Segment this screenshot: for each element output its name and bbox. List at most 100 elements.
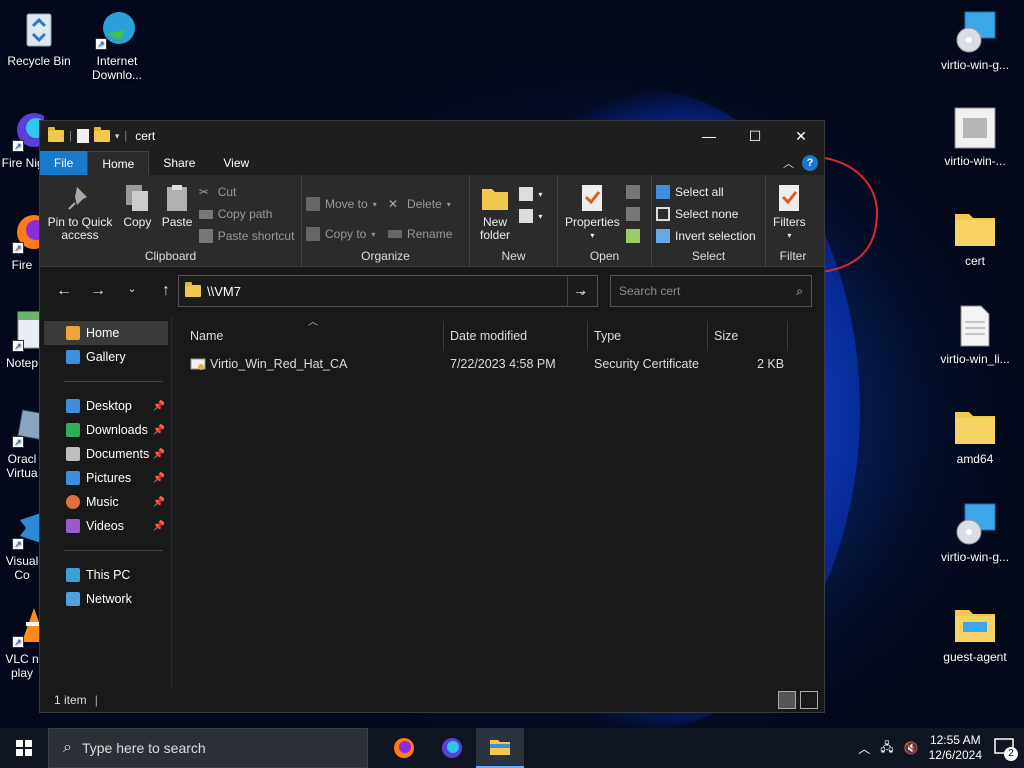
- show-hidden-icons-icon[interactable]: ︿: [858, 740, 870, 757]
- search-box[interactable]: Search cert ⌕: [610, 275, 812, 307]
- title-bar[interactable]: | ▾ | cert — ☐ ✕: [40, 121, 824, 151]
- nav-item-music[interactable]: Music 📌: [40, 490, 171, 514]
- new-folder-button[interactable]: New folder: [477, 179, 513, 242]
- details-view-button[interactable]: [778, 691, 796, 709]
- collapse-ribbon-icon[interactable]: ︿: [783, 155, 794, 171]
- history-button[interactable]: [626, 225, 641, 247]
- table-row[interactable]: Virtio_Win_Red_Hat_CA 7/22/2023 4:58 PM …: [172, 353, 824, 375]
- minimize-button[interactable]: —: [686, 121, 732, 151]
- delete-button[interactable]: ✕ Delete ▾: [388, 189, 452, 219]
- customize-toolbar-icon[interactable]: ▾: [115, 131, 120, 142]
- tab-home[interactable]: Home: [87, 151, 150, 175]
- nav-item-home[interactable]: Home: [44, 321, 168, 345]
- recent-locations-icon[interactable]: ⌄: [118, 282, 146, 300]
- edit-button[interactable]: [626, 203, 641, 225]
- copy-path-icon: [198, 209, 213, 219]
- copy-to-button[interactable]: Copy to ▾: [306, 219, 377, 249]
- desktop-icon-notepad[interactable]: ↗ Notep: [0, 308, 44, 370]
- properties-check-icon: [577, 183, 607, 213]
- column-date-modified[interactable]: Date modified: [444, 321, 588, 351]
- tab-view[interactable]: View: [209, 151, 263, 175]
- desktop-icon-virtio-win-license[interactable]: virtio-win_li...: [936, 304, 1014, 366]
- tab-share[interactable]: Share: [149, 151, 209, 175]
- taskbar-firefox[interactable]: [380, 728, 428, 768]
- cut-button[interactable]: ✂ Cut: [199, 181, 295, 203]
- organize-left-col: Move to ▾ Copy to ▾: [306, 189, 377, 249]
- desktop-icon-amd64-folder[interactable]: amd64: [936, 404, 1014, 466]
- desktop-icon-cert-folder[interactable]: cert: [936, 206, 1014, 268]
- maximize-button[interactable]: ☐: [732, 121, 778, 151]
- rename-button[interactable]: Rename: [388, 219, 452, 249]
- desktop-icon-firefox-nightly[interactable]: ↗ Fire Nigh: [0, 108, 44, 170]
- column-type[interactable]: Type: [588, 321, 708, 351]
- desktop-icon-vlc[interactable]: ↗ VLC n play: [0, 604, 44, 680]
- go-arrow-button[interactable]: →: [564, 275, 598, 307]
- start-button[interactable]: [0, 728, 48, 768]
- paste-shortcut-icon: [198, 229, 213, 243]
- up-arrow-icon[interactable]: ↑: [152, 282, 180, 300]
- dropdown-arrow-icon: ▾: [446, 199, 451, 209]
- copy-path-button[interactable]: Copy path: [198, 203, 295, 225]
- volume-muted-icon[interactable]: 🔇: [904, 741, 919, 755]
- paste-shortcut-button[interactable]: Paste shortcut: [198, 225, 294, 247]
- pin-quick-access-button[interactable]: Pin to Quick access: [47, 179, 113, 242]
- pin-icon: 📌: [152, 424, 165, 436]
- new-folder-icon[interactable]: [93, 127, 110, 142]
- filters-button[interactable]: Filters ▾: [773, 179, 806, 242]
- desktop-icon-guest-agent-folder[interactable]: guest-agent: [936, 602, 1014, 664]
- column-size[interactable]: Size: [708, 321, 788, 351]
- nav-item-gallery[interactable]: Gallery: [40, 345, 171, 369]
- search-input[interactable]: Search cert: [619, 284, 796, 298]
- address-bar[interactable]: \\VM7 ⌄: [178, 275, 598, 307]
- forward-arrow-icon[interactable]: →: [84, 282, 112, 300]
- easy-access-button[interactable]: ▾: [519, 205, 542, 227]
- clipboard-small-buttons: ✂ Cut Copy path Paste shortcut: [198, 181, 295, 247]
- folder-icon: [953, 404, 997, 448]
- clock[interactable]: 12:55 AM 12/6/2024: [929, 733, 982, 763]
- scissors-icon: ✂: [198, 185, 209, 199]
- select-group-label: Select: [691, 249, 726, 263]
- desktop-icon-vscode[interactable]: ↗ Visual Co: [0, 506, 44, 582]
- windows-logo-icon: [16, 740, 32, 756]
- taskbar-file-explorer[interactable]: [476, 728, 524, 768]
- nav-item-this-pc[interactable]: This PC: [40, 563, 171, 587]
- large-icons-view-button[interactable]: [800, 691, 818, 709]
- network-icon[interactable]: 🖧: [880, 738, 893, 759]
- desktop-icon-internet-download[interactable]: ↗ Internet Downlo...: [78, 6, 156, 82]
- nav-item-downloads[interactable]: Downloads 📌: [40, 418, 171, 442]
- open-button[interactable]: [626, 181, 641, 203]
- desktop-icon-recycle-bin[interactable]: Recycle Bin: [0, 6, 78, 68]
- taskbar-search-input[interactable]: Type here to search: [82, 740, 206, 756]
- tab-file[interactable]: File: [40, 151, 88, 175]
- new-item-button[interactable]: ▾: [519, 183, 542, 205]
- back-arrow-icon[interactable]: ←: [50, 282, 78, 300]
- paste-button[interactable]: Paste: [162, 179, 192, 229]
- properties-icon[interactable]: [76, 129, 89, 143]
- select-none-button[interactable]: Select none: [656, 203, 756, 225]
- column-name[interactable]: Name: [184, 321, 444, 351]
- nav-item-desktop[interactable]: Desktop 📌: [40, 394, 171, 418]
- select-all-button[interactable]: Select all: [656, 181, 756, 203]
- gallery-icon: [66, 350, 80, 364]
- close-button[interactable]: ✕: [778, 121, 824, 151]
- desktop-icon-virtio-win-2[interactable]: virtio-win-...: [936, 106, 1014, 168]
- nav-item-documents[interactable]: Documents 📌: [40, 442, 171, 466]
- properties-button[interactable]: Properties ▾: [565, 179, 620, 242]
- desktop-icon-virtualbox[interactable]: ↗ Oracl Virtua: [0, 404, 44, 480]
- help-icon[interactable]: ?: [802, 155, 818, 171]
- taskbar-search[interactable]: ⌕ Type here to search: [48, 728, 368, 768]
- search-icon: ⌕: [796, 283, 803, 298]
- desktop-icon-firefox[interactable]: ↗ Fire: [0, 210, 44, 272]
- copy-button[interactable]: Copy: [122, 179, 152, 229]
- invert-selection-button[interactable]: Invert selection: [656, 225, 756, 247]
- desktop-icon-virtio-win-guest-1[interactable]: virtio-win-g...: [936, 10, 1014, 72]
- nav-item-videos[interactable]: Videos 📌: [40, 514, 171, 538]
- move-to-button[interactable]: Move to ▾: [306, 189, 377, 219]
- notifications-icon[interactable]: 2: [992, 735, 1018, 761]
- taskbar-firefox-nightly[interactable]: [428, 728, 476, 768]
- address-input[interactable]: \\VM7: [207, 284, 241, 299]
- shortcut-arrow-icon: ↗: [12, 242, 24, 254]
- nav-item-network[interactable]: Network: [40, 587, 171, 611]
- nav-item-pictures[interactable]: Pictures 📌: [40, 466, 171, 490]
- desktop-icon-virtio-win-guest-2[interactable]: virtio-win-g...: [936, 502, 1014, 564]
